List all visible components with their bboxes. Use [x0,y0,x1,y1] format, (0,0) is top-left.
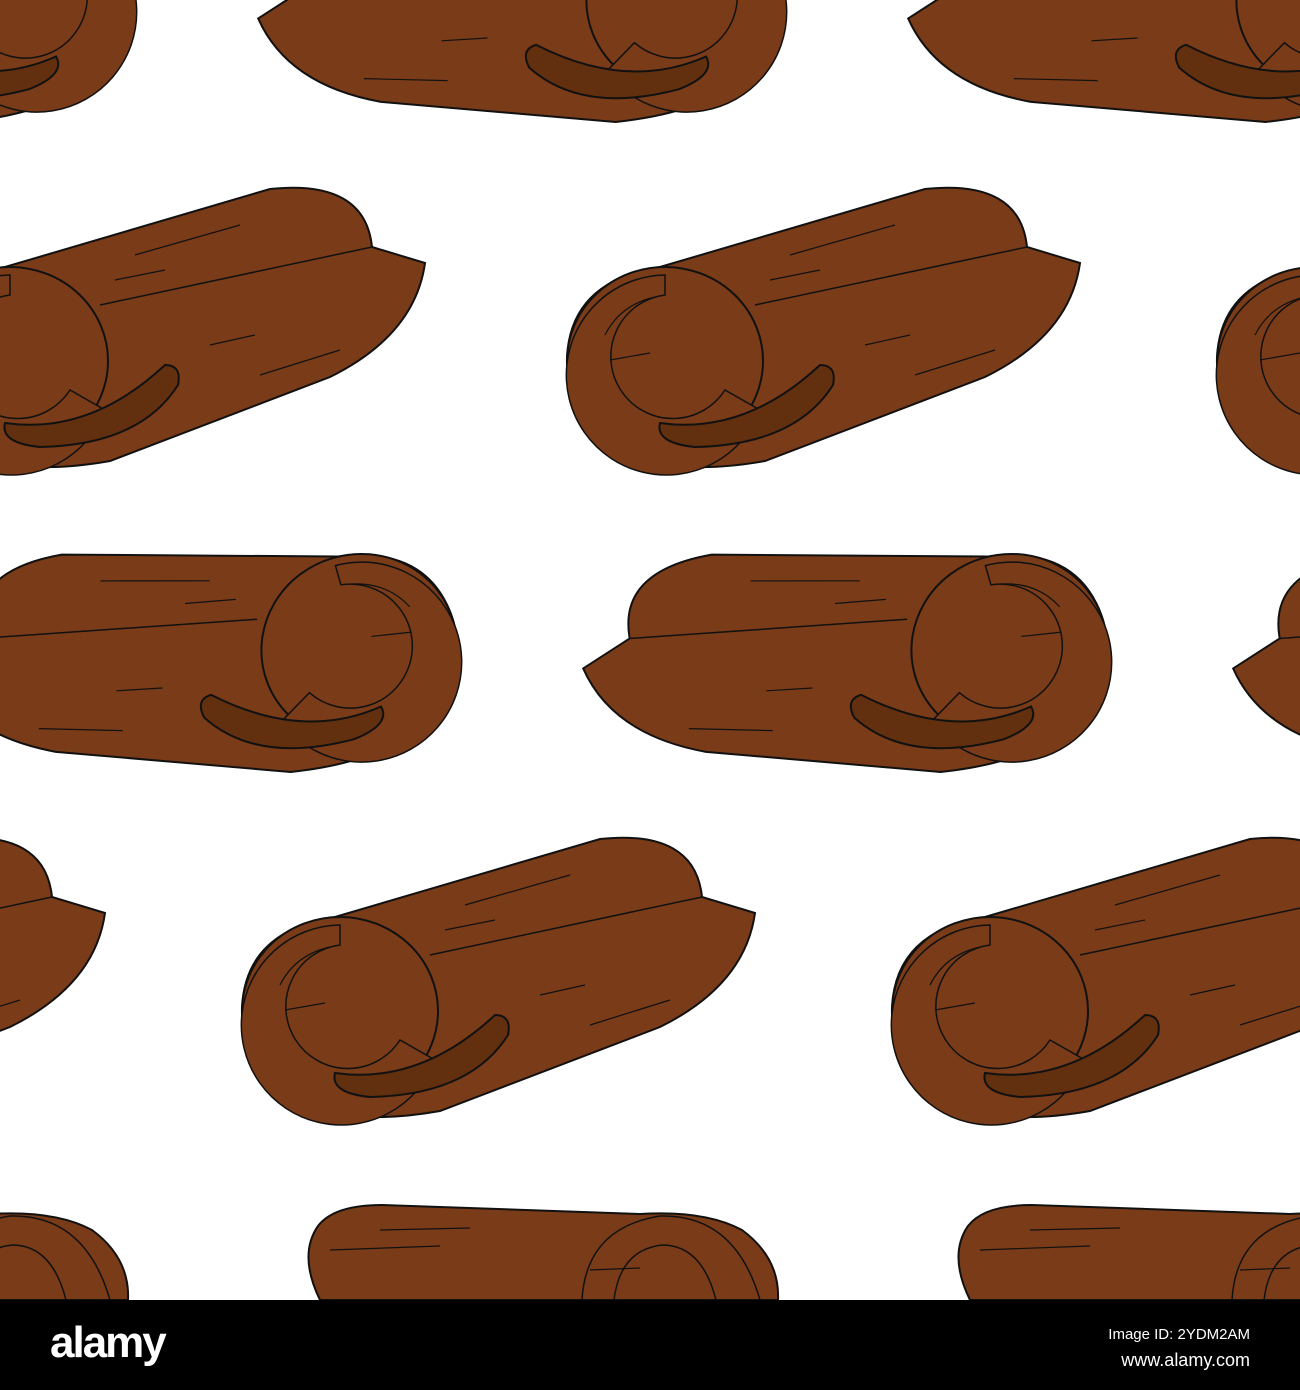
cinnamon-stick [236,0,812,224]
alamy-logo: alamy [50,1318,167,1367]
cinnamon-pattern [0,0,1300,1300]
cinnamon-stick [565,186,1081,476]
image-id: Image ID: 2YDM2AM [1108,1326,1250,1343]
cinnamon-stick [0,0,162,224]
cinnamon-stick [1211,453,1300,874]
cinnamon-stick [0,453,487,874]
cinnamon-stick [890,836,1300,1126]
cinnamon-stick [957,1204,1300,1300]
cinnamon-stick [0,836,106,1126]
site-url: www.alamy.com [1121,1350,1250,1370]
cinnamon-stick [561,453,1137,874]
cinnamon-stick [0,1204,130,1300]
watermark-footer: alamy Image ID: 2YDM2AM www.alamy.com [0,1300,1300,1390]
cinnamon-stick [307,1204,780,1300]
cinnamon-stick [0,186,427,476]
stock-image: alamy Image ID: 2YDM2AM www.alamy.com [0,0,1300,1390]
cinnamon-stick [1215,186,1300,476]
cinnamon-stick [240,836,757,1126]
